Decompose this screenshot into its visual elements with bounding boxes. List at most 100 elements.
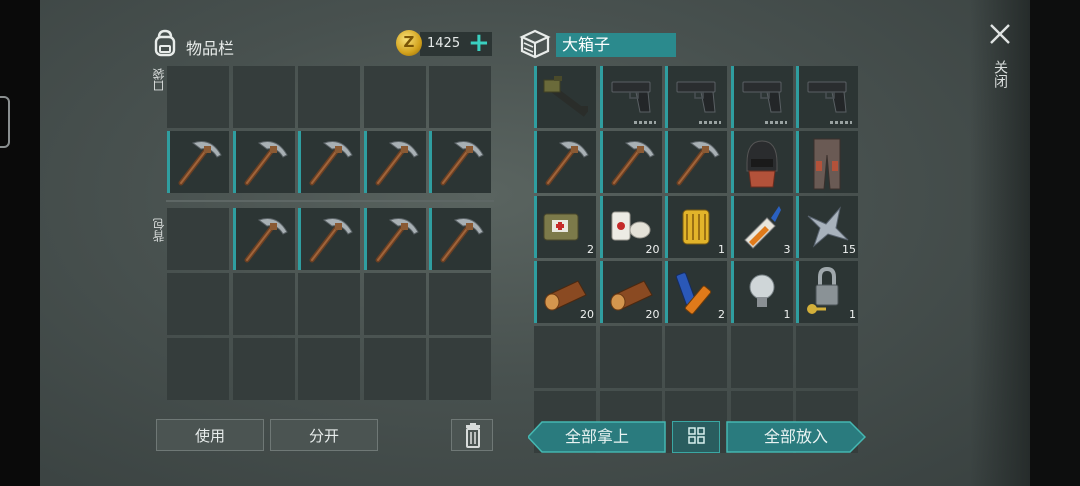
empty-slot[interactable] <box>167 273 229 335</box>
pickaxe-slot[interactable] <box>429 208 491 270</box>
close-label[interactable]: 关闭 <box>990 60 1010 88</box>
pickaxe-slot[interactable] <box>298 131 360 193</box>
take-all-button[interactable]: 全部拿上 <box>528 421 666 453</box>
pickaxe-slot[interactable] <box>599 131 662 193</box>
empty-slot[interactable] <box>232 273 295 335</box>
pickaxe-slot[interactable] <box>167 131 229 193</box>
pickaxe-icon <box>545 141 589 186</box>
pickaxe-icon <box>309 218 353 263</box>
empty-slot[interactable] <box>232 66 295 128</box>
assault-rifle-slot[interactable] <box>534 66 596 128</box>
first-aid-bag-slot[interactable]: 2 <box>534 196 596 258</box>
pickaxe-icon <box>244 218 288 263</box>
pickaxe-icon <box>178 141 222 186</box>
item-quantity: 1 <box>849 308 856 321</box>
pickaxe-icon <box>440 141 484 186</box>
chest-icon <box>519 29 551 59</box>
assault-rifle-icon <box>543 76 589 117</box>
pistol-icon <box>807 81 847 113</box>
pickaxe-slot[interactable] <box>298 208 360 270</box>
pistol-icon <box>676 81 716 113</box>
screen-right-edge <box>1030 0 1080 486</box>
pistol-icon <box>611 81 651 113</box>
ammo-dots <box>830 121 852 124</box>
oil-filter-slot[interactable]: 1 <box>665 196 727 258</box>
empty-slot[interactable] <box>363 338 426 400</box>
empty-slot[interactable] <box>167 338 229 400</box>
pickaxe-slot[interactable] <box>363 131 426 193</box>
trash-button[interactable] <box>451 419 493 451</box>
helmet-icon <box>746 140 777 188</box>
empty-slot[interactable] <box>796 326 858 388</box>
item-quantity: 2 <box>587 243 594 256</box>
pistol-slot[interactable] <box>665 66 727 128</box>
empty-slot[interactable] <box>298 338 360 400</box>
empty-slot[interactable] <box>730 326 793 388</box>
bandage-slot[interactable]: 20 <box>599 196 662 258</box>
chest-title: 大箱子 <box>556 33 676 57</box>
pocket-label: 口袋 <box>152 68 166 92</box>
pickaxe-icon <box>440 218 484 263</box>
item-quantity: 3 <box>783 243 791 256</box>
add-coins-button[interactable]: + <box>468 30 490 56</box>
leg-armor-icon <box>813 138 841 190</box>
padlock-key-slot[interactable]: 1 <box>796 261 858 323</box>
pickaxe-slot[interactable] <box>665 131 727 193</box>
pickaxe-slot[interactable] <box>232 131 295 193</box>
item-quantity: 1 <box>718 243 725 256</box>
pickaxe-slot[interactable] <box>429 131 491 193</box>
ammo-dots <box>699 121 721 124</box>
log-slot[interactable]: 20 <box>599 261 662 323</box>
empty-slot[interactable] <box>298 273 360 335</box>
empty-slot[interactable] <box>298 66 360 128</box>
pistol-icon <box>742 81 782 113</box>
log-slot[interactable]: 20 <box>534 261 596 323</box>
put-all-label: 全部放入 <box>763 427 828 446</box>
scrap-metal-slot[interactable]: 15 <box>796 196 858 258</box>
item-quantity: 1 <box>783 308 791 321</box>
pickaxe-slot[interactable] <box>232 208 295 270</box>
empty-slot[interactable] <box>167 66 229 128</box>
item-quantity: 2 <box>718 308 725 321</box>
pistol-slot[interactable] <box>730 66 793 128</box>
empty-slot[interactable] <box>232 338 295 400</box>
empty-slot[interactable] <box>599 326 662 388</box>
inventory-title: 物品栏 <box>186 39 235 58</box>
sort-grid-button[interactable] <box>672 421 720 453</box>
empty-slot[interactable] <box>429 273 491 335</box>
pickaxe-slot[interactable] <box>534 131 596 193</box>
empty-slot[interactable] <box>665 326 727 388</box>
pistol-slot[interactable] <box>796 66 858 128</box>
light-bulb-slot[interactable]: 1 <box>730 261 793 323</box>
empty-slot[interactable] <box>429 338 491 400</box>
helmet-slot[interactable] <box>730 131 793 193</box>
pickaxe-icon <box>375 218 419 263</box>
ammo-dots <box>633 121 656 124</box>
leg-armor-slot[interactable] <box>796 131 858 193</box>
empty-slot[interactable] <box>363 66 426 128</box>
trash-icon <box>466 423 480 448</box>
empty-slot[interactable] <box>429 66 491 128</box>
glue-slot[interactable]: 3 <box>730 196 793 258</box>
split-button[interactable]: 分开 <box>270 419 378 451</box>
backpack-label: 背包 <box>152 218 166 242</box>
batteries-slot[interactable]: 2 <box>665 261 727 323</box>
pickaxe-icon <box>244 141 288 186</box>
camera-notch <box>0 96 10 148</box>
pistol-slot[interactable] <box>599 66 662 128</box>
item-quantity: 20 <box>645 308 660 321</box>
empty-slot[interactable] <box>534 326 596 388</box>
ammo-dots <box>764 121 787 124</box>
put-all-button[interactable]: 全部放入 <box>726 421 866 453</box>
pickaxe-slot[interactable] <box>363 208 426 270</box>
pickaxe-icon <box>611 141 655 186</box>
item-quantity: 15 <box>842 243 856 256</box>
pickaxe-icon <box>676 141 720 186</box>
close-icon[interactable] <box>988 22 1012 46</box>
empty-slot[interactable] <box>363 273 426 335</box>
empty-slot[interactable] <box>167 208 229 270</box>
use-button[interactable]: 使用 <box>156 419 264 451</box>
section-divider <box>166 200 494 202</box>
item-quantity: 20 <box>580 308 594 321</box>
screen-left-edge <box>0 0 40 486</box>
